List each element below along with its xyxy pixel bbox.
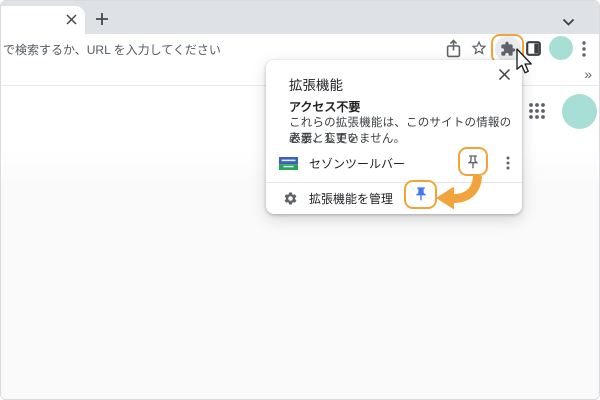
three-dots-icon xyxy=(582,41,586,57)
omnibox-text[interactable]: で検索するか、URL を入力してください xyxy=(3,41,221,58)
tab-close-button[interactable] xyxy=(64,12,78,26)
extension-name: セゾンツールバー xyxy=(309,155,405,172)
side-panel-icon xyxy=(526,41,541,56)
google-apps-button[interactable] xyxy=(528,102,546,120)
share-icon xyxy=(445,39,462,59)
bookmark-star-button[interactable] xyxy=(470,39,488,57)
bookmarks-overflow-chevron[interactable]: » xyxy=(584,66,592,82)
manage-extensions-label: 拡張機能を管理 xyxy=(309,190,393,207)
pin-filled-blue-icon xyxy=(413,186,429,202)
browser-menu-button[interactable] xyxy=(580,40,588,57)
new-tab-button[interactable] xyxy=(94,11,109,26)
extension-menu-button[interactable] xyxy=(500,153,516,173)
three-dots-icon xyxy=(506,156,510,170)
tab-strip xyxy=(1,1,599,34)
pinned-example-annotation xyxy=(404,180,437,209)
star-icon xyxy=(470,39,488,57)
gear-icon xyxy=(283,191,298,206)
manage-extensions-row[interactable]: 拡張機能を管理 xyxy=(266,182,522,214)
profile-avatar-button[interactable] xyxy=(549,36,573,60)
puzzle-icon xyxy=(500,41,516,57)
pin-outline-icon xyxy=(465,154,481,170)
access-description-line2: 必要としていません。 xyxy=(289,130,405,146)
close-icon xyxy=(498,68,511,81)
popup-title: 拡張機能 xyxy=(289,74,343,94)
browser-window: で検索するか、URL を入力してください xyxy=(0,0,600,400)
popup-close-button[interactable] xyxy=(494,64,514,84)
tab-search-button[interactable] xyxy=(562,14,576,24)
pin-toggle-button[interactable] xyxy=(458,147,488,176)
close-icon xyxy=(66,14,77,25)
access-heading: アクセス不要 xyxy=(289,98,360,115)
plus-icon xyxy=(95,12,109,26)
chevron-down-icon xyxy=(562,18,575,27)
saison-toolbar-logo-icon xyxy=(279,157,298,170)
apps-grid-icon xyxy=(528,102,546,120)
page-profile-avatar[interactable] xyxy=(562,94,597,129)
share-button[interactable] xyxy=(445,38,462,59)
extensions-popup: 拡張機能 アクセス不要 これらの拡張機能は、このサイトの情報の表示、変更を 必要… xyxy=(266,60,522,214)
side-panel-button[interactable] xyxy=(526,41,541,56)
extensions-button[interactable] xyxy=(495,36,521,62)
toolbar: で検索するか、URL を入力してください xyxy=(1,34,599,63)
